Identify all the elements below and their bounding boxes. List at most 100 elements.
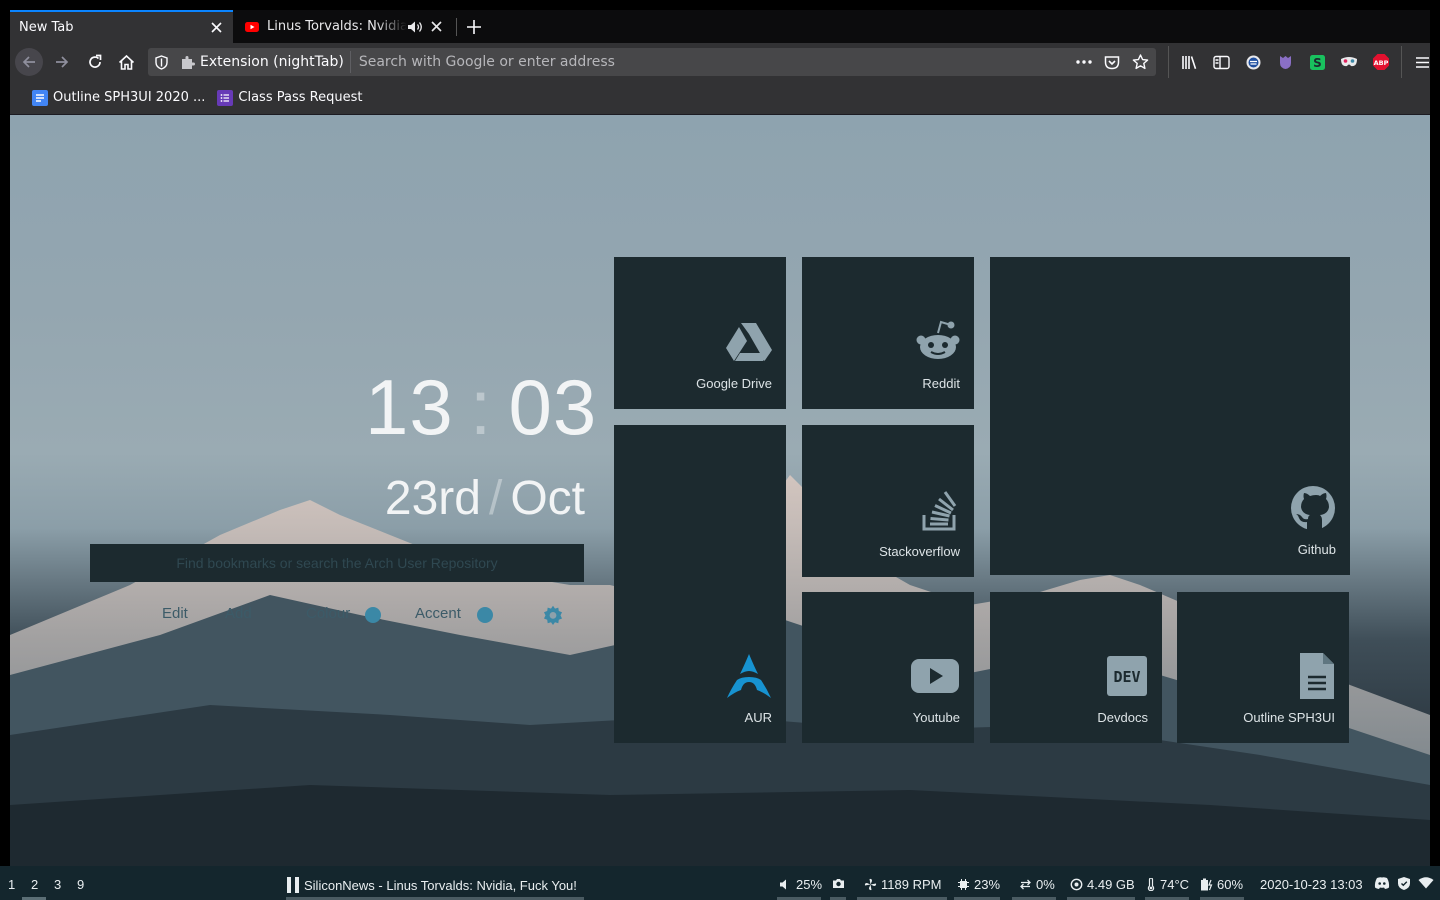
- dev-icon: DEV: [1107, 656, 1147, 696]
- workspace-1[interactable]: 1: [8, 877, 15, 892]
- temperature-module: 74°C: [1146, 877, 1189, 892]
- workspace-3[interactable]: 3: [54, 877, 61, 892]
- adblock-plus-icon[interactable]: ABP: [1365, 48, 1397, 76]
- new-tab-button[interactable]: [462, 15, 486, 39]
- tile-aur[interactable]: AUR: [614, 425, 786, 743]
- home-icon: [118, 54, 134, 70]
- svg-text:ABP: ABP: [1374, 59, 1389, 67]
- forward-button[interactable]: [48, 48, 76, 76]
- tile-outline-sph3ui[interactable]: Outline SPH3UI: [1177, 592, 1349, 743]
- nighttab-page: 13:03 23rd/Oct Edit Add Colour Accent Go…: [10, 115, 1430, 866]
- discord-tray-icon[interactable]: [1374, 876, 1390, 890]
- volume-value: 25%: [796, 877, 823, 892]
- arrow-right-icon: [56, 56, 69, 68]
- tab-new-tab[interactable]: New Tab: [10, 10, 233, 43]
- add-button[interactable]: Add: [225, 605, 252, 622]
- close-tab-icon[interactable]: [205, 17, 227, 39]
- extension-name: Extension (nightTab): [200, 54, 344, 70]
- google-forms-icon: [217, 89, 234, 106]
- tab-audio-playing-icon[interactable]: [407, 20, 423, 34]
- tab-title: Linus Torvalds: Nvidia, Fuck You!: [267, 19, 407, 34]
- tile-stackoverflow[interactable]: Stackoverflow: [802, 425, 974, 577]
- tab-bar: New Tab Linus Torvalds: Nvidia, Fuck You…: [10, 10, 1430, 43]
- mask-extension-icon[interactable]: [1333, 48, 1365, 76]
- reload-button[interactable]: [81, 48, 109, 76]
- swap-arrows-icon: [1020, 879, 1031, 890]
- clock-separator: :: [469, 363, 493, 451]
- settings-gear-icon[interactable]: [541, 604, 565, 628]
- hamburger-menu-icon[interactable]: [1406, 48, 1430, 76]
- bookmark-outline-sph3ui[interactable]: Outline SPH3UI 2020 ...: [32, 89, 205, 106]
- workspace-9[interactable]: 9: [77, 877, 84, 892]
- library-icon[interactable]: [1173, 48, 1205, 76]
- colour-swatch[interactable]: [365, 607, 381, 623]
- page-actions-menu-icon[interactable]: [1070, 48, 1098, 76]
- accent-button[interactable]: Accent: [415, 605, 461, 622]
- svg-text:DEV: DEV: [1113, 668, 1140, 686]
- clock: 13:03: [365, 362, 596, 453]
- google-drive-icon: [726, 323, 772, 361]
- tile-label: AUR: [744, 710, 772, 725]
- clock-minutes: 03: [508, 363, 598, 451]
- pocket-icon[interactable]: [1098, 48, 1126, 76]
- bookmark-class-pass-request[interactable]: Class Pass Request: [217, 89, 362, 106]
- workspace-2[interactable]: 2: [31, 877, 38, 892]
- tile-devdocs[interactable]: DEV Devdocs: [990, 592, 1162, 743]
- tracking-protection-shield-icon[interactable]: [148, 48, 174, 76]
- extension-identity-badge[interactable]: Extension (nightTab): [176, 51, 351, 73]
- volume-icon: [780, 879, 786, 890]
- battery-module: 60%: [1200, 877, 1243, 892]
- url-bar[interactable]: Extension (nightTab): [148, 48, 1156, 76]
- svg-text:S: S: [1313, 56, 1322, 70]
- tile-label: Github: [1297, 542, 1336, 557]
- sidebar-toggle-icon[interactable]: [1205, 48, 1237, 76]
- date-day: 23rd: [384, 472, 481, 525]
- cpu-value: 23%: [974, 877, 1001, 892]
- accent-swatch[interactable]: [477, 607, 493, 623]
- media-player-module[interactable]: SiliconNews - Linus Torvalds: Nvidia, Fu…: [286, 877, 577, 893]
- volume-module[interactable]: 25%: [779, 877, 822, 892]
- back-button[interactable]: [15, 48, 43, 76]
- github-icon: [1291, 486, 1335, 530]
- puzzle-piece-icon: [182, 56, 195, 69]
- bookmark-star-icon[interactable]: [1126, 48, 1154, 76]
- memory-module: 4.49 GB: [1070, 877, 1135, 892]
- tile-reddit[interactable]: Reddit: [802, 257, 974, 409]
- search-input[interactable]: [90, 544, 584, 582]
- thermometer-icon: [1147, 878, 1155, 891]
- clock-hours: 13: [365, 363, 454, 451]
- tab-youtube-video[interactable]: Linus Torvalds: Nvidia, Fuck You!: [235, 10, 453, 43]
- pause-icon: [287, 877, 299, 893]
- screenshot-module[interactable]: [832, 877, 849, 890]
- s-extension-icon[interactable]: S: [1301, 48, 1333, 76]
- tile-google-drive[interactable]: Google Drive: [614, 257, 786, 409]
- date: 23rd / Oct: [345, 471, 585, 526]
- datetime[interactable]: 2020-10-23 13:03: [1260, 877, 1363, 892]
- navigation-toolbar: Extension (nightTab) Search with Google …: [10, 43, 1430, 81]
- edit-button[interactable]: Edit: [162, 605, 188, 622]
- tile-label: Google Drive: [696, 376, 772, 391]
- home-button[interactable]: [112, 48, 140, 76]
- shield-tray-icon[interactable]: [1397, 876, 1411, 891]
- fan-speed-value: 1189 RPM: [881, 877, 942, 892]
- close-tab-icon[interactable]: [425, 16, 447, 38]
- privacy-extension-icon[interactable]: [1237, 48, 1269, 76]
- toolbar-separator: [1168, 46, 1169, 78]
- tab-title: New Tab: [19, 20, 74, 35]
- google-docs-icon: [32, 89, 48, 106]
- tile-label: Reddit: [922, 376, 960, 391]
- swap-module: 0%: [1019, 877, 1055, 892]
- arch-linux-icon: [727, 654, 771, 698]
- address-input[interactable]: [350, 48, 1070, 76]
- tile-github[interactable]: Github: [990, 257, 1350, 575]
- colour-button[interactable]: Colour: [306, 605, 350, 622]
- stylus-extension-icon[interactable]: [1269, 48, 1301, 76]
- tile-youtube[interactable]: Youtube: [802, 592, 974, 743]
- toolbar-icons: S ABP: [1164, 46, 1430, 78]
- tile-label: Stackoverflow: [879, 544, 960, 559]
- date-month: Oct: [510, 472, 585, 525]
- camera-icon: [833, 879, 844, 888]
- cpu-icon: [958, 879, 969, 890]
- wifi-tray-icon[interactable]: [1418, 877, 1434, 889]
- battery-charging-icon: [1201, 878, 1213, 891]
